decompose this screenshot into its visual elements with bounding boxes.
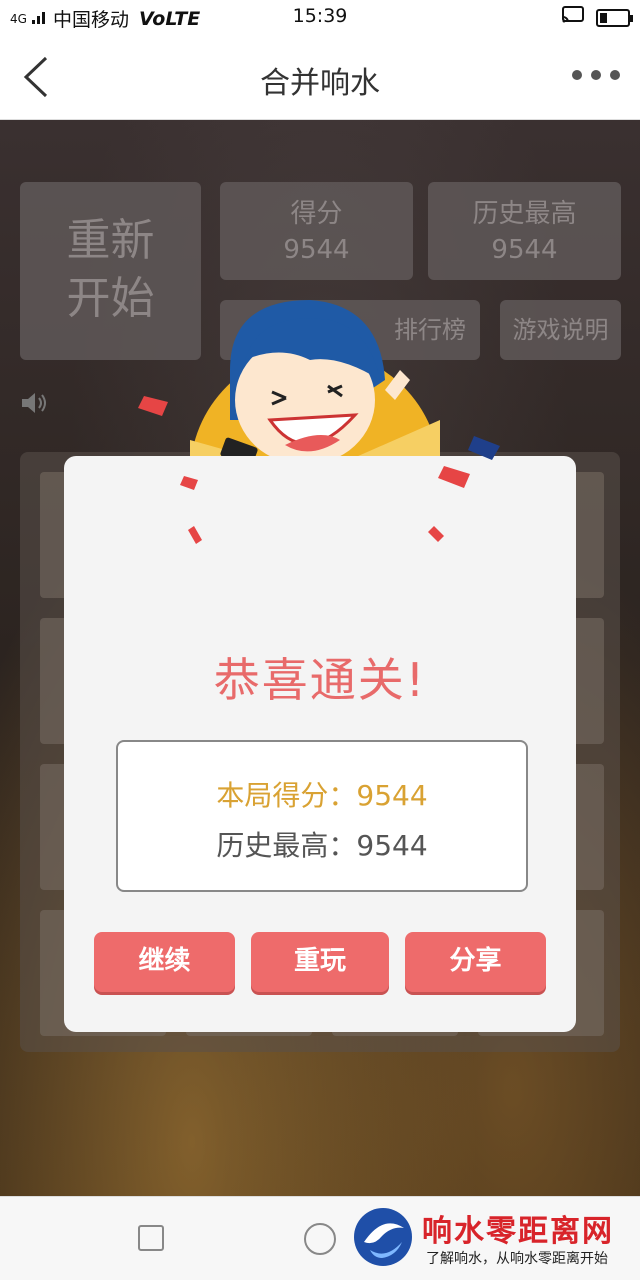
history-best-row: 历史最高：9544	[118, 824, 526, 864]
replay-button[interactable]: 重玩	[251, 932, 389, 992]
result-panel: 本局得分：9544 历史最高：9544	[116, 740, 528, 892]
watermark-title: 响水零距离网	[422, 1214, 614, 1249]
recents-button[interactable]	[138, 1225, 164, 1251]
more-button[interactable]	[572, 60, 620, 90]
status-bar: 4G 中国移动 VoLTE 15:39	[0, 0, 640, 34]
page-title: 合并响水	[260, 66, 380, 101]
score-panel: 得分 9544	[220, 182, 413, 280]
history-best-label: 历史最高：	[216, 829, 357, 862]
restart-label-line1: 重新	[66, 215, 155, 266]
history-best-value: 9544	[356, 829, 428, 862]
speaker-icon	[22, 393, 46, 413]
score-value: 9544	[283, 235, 350, 265]
site-watermark: 响水零距离网 了解响水，从响水零距离开始	[352, 1206, 640, 1280]
restart-button[interactable]: 重新 开始	[20, 182, 201, 360]
congrats-title: 恭喜通关!	[213, 653, 427, 707]
best-score-value: 9544	[491, 235, 558, 265]
share-button[interactable]: 分享	[405, 932, 546, 992]
confetti-decoration	[138, 396, 500, 544]
cast-icon	[562, 6, 584, 29]
watermark-subtitle: 了解响水，从响水零距离开始	[426, 1251, 608, 1267]
round-score-value: 9544	[356, 779, 428, 812]
round-score-label: 本局得分：	[216, 779, 357, 812]
status-right	[562, 6, 633, 29]
round-score-row: 本局得分：9544	[118, 774, 526, 814]
clock: 15:39	[292, 5, 348, 27]
best-score-label: 历史最高	[472, 199, 577, 229]
home-button[interactable]	[304, 1223, 336, 1255]
game-rules-label: 游戏说明	[512, 316, 609, 344]
best-score-panel: 历史最高 9544	[428, 182, 621, 280]
restart-label-line2: 开始	[66, 273, 155, 324]
battery-icon	[596, 8, 633, 27]
continue-button[interactable]: 继续	[94, 932, 235, 992]
score-label: 得分	[290, 199, 343, 229]
watermark-logo	[354, 1208, 412, 1266]
title-bar: 合并响水	[0, 34, 640, 120]
game-rules-button[interactable]: 游戏说明	[500, 300, 621, 360]
more-dots-icon	[572, 70, 582, 80]
sound-toggle[interactable]	[20, 390, 50, 416]
